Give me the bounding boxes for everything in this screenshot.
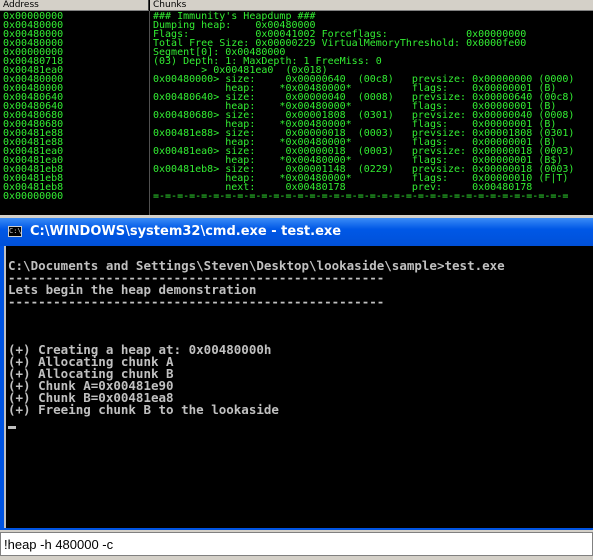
window-title-bar[interactable]: C:\ C:\WINDOWS\system32\cmd.exe - test.e… bbox=[0, 218, 593, 246]
column-header-address[interactable]: Address bbox=[0, 0, 149, 11]
command-input[interactable] bbox=[1, 533, 592, 555]
chunk-row: =-=-=-=-=-=-=-=-=-=-=-=-=-=-=-=-=-=-=-=-… bbox=[153, 191, 569, 202]
console-output[interactable]: C:\Documents and Settings\Steven\Desktop… bbox=[4, 246, 593, 528]
console-lines: C:\Documents and Settings\Steven\Desktop… bbox=[8, 259, 505, 417]
address-column: 0x00000000 0x00480000 0x00480000 0x00480000… bbox=[3, 12, 64, 202]
column-header-chunks[interactable]: Chunks bbox=[150, 0, 593, 11]
column-divider[interactable] bbox=[149, 11, 150, 215]
heapdump-pane: Address Chunks 0x00000000 0x00480000 0x004… bbox=[0, 0, 593, 215]
text-cursor bbox=[8, 426, 16, 429]
console-line: ----------------------------------------… bbox=[8, 294, 385, 309]
chunks-column: ### Immunity's Heapdump ### Dumping heap:… bbox=[153, 12, 574, 202]
cmd-icon[interactable]: C:\ bbox=[8, 226, 22, 237]
window-title: C:\WINDOWS\system32\cmd.exe - test.exe bbox=[30, 224, 342, 239]
command-bar bbox=[0, 532, 593, 556]
address-row: 0x00000000 bbox=[3, 191, 64, 202]
cmd-window: C:\ C:\WINDOWS\system32\cmd.exe - test.e… bbox=[0, 218, 593, 530]
console-line: (+) Freeing chunk B to the lookaside bbox=[8, 402, 279, 417]
